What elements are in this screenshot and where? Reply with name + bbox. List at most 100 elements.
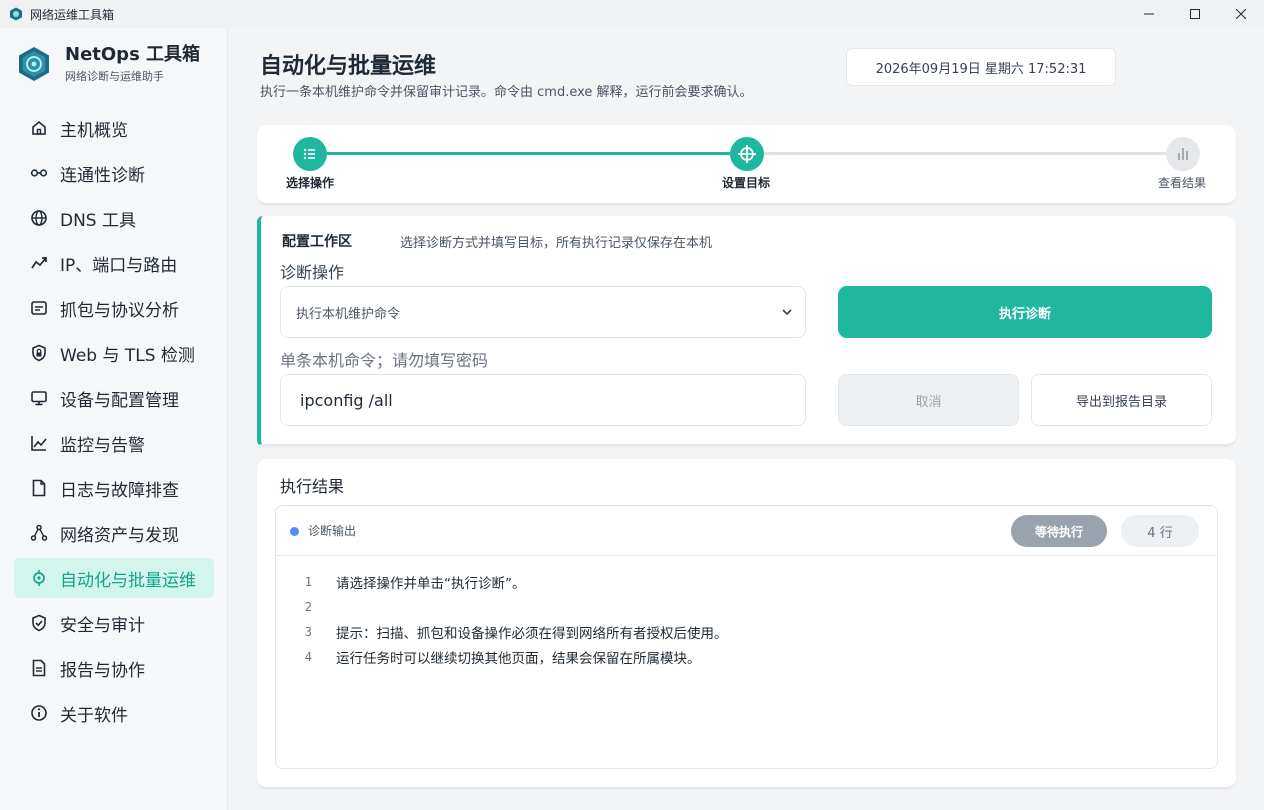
output-lines: 1 请选择操作并单击“执行诊断”。 2 3 提示：扫描、抓包和设备操作必须在得到… <box>276 569 1217 669</box>
page-subtitle: 执行一条本机维护命令并保留审计记录。命令由 cmd.exe 解释，运行前会要求确… <box>260 85 753 100</box>
status-dot <box>290 527 299 536</box>
sidebar-item-label: 安全与审计 <box>60 615 145 636</box>
close-icon <box>1236 9 1246 19</box>
step-label: 选择操作 <box>286 176 335 190</box>
sidebar-item-security-audit[interactable]: 安全与审计 <box>14 603 214 643</box>
packet-icon <box>30 299 48 317</box>
operation-select-value: 执行本机维护命令 <box>296 306 401 322</box>
result-panel: 执行结果 诊断输出 等待执行 4 行 1 请选择操作并单击“执行诊断”。 2 3 <box>257 459 1236 789</box>
sidebar-item-reports[interactable]: 报告与协作 <box>14 648 214 688</box>
sidebar-item-logs[interactable]: 日志与故障排查 <box>14 468 214 508</box>
sidebar-item-ip-port-route[interactable]: IP、端口与路由 <box>14 243 214 283</box>
shield-check-icon <box>30 614 48 632</box>
minimize-icon <box>1144 13 1154 15</box>
trend-icon <box>30 254 48 272</box>
sidebar-item-device-config[interactable]: 设备与配置管理 <box>14 378 214 418</box>
maximize-button[interactable] <box>1172 0 1218 28</box>
line-text: 请选择操作并单击“执行诊断”。 <box>336 575 526 592</box>
status-badge: 等待执行 <box>1011 515 1107 547</box>
step-select-operation[interactable] <box>293 137 327 171</box>
command-label: 单条本机命令；请勿填写密码 <box>280 351 489 370</box>
operation-select[interactable]: 执行本机维护命令 <box>280 286 806 338</box>
minimize-button[interactable] <box>1126 0 1172 28</box>
export-report-button[interactable]: 导出到报告目录 <box>1031 374 1212 426</box>
link-icon <box>30 164 48 182</box>
monitor-icon <box>30 389 48 407</box>
shield-lock-icon <box>30 344 48 362</box>
sidebar-item-packet-capture[interactable]: 抓包与协议分析 <box>14 288 214 328</box>
sidebar-item-label: 自动化与批量运维 <box>60 570 196 591</box>
sidebar-item-about[interactable]: 关于软件 <box>14 693 214 733</box>
sidebar-item-monitoring[interactable]: 监控与告警 <box>14 423 214 463</box>
globe-icon <box>30 209 48 227</box>
stepper-remaining-line <box>747 152 1184 155</box>
sidebar-item-label: 网络资产与发现 <box>60 525 179 546</box>
nodes-icon <box>30 524 48 542</box>
config-panel: 配置工作区 选择诊断方式并填写目标，所有执行记录仅保存在本机 诊断操作 执行本机… <box>257 216 1236 446</box>
step-view-results[interactable] <box>1166 137 1200 171</box>
home-icon <box>30 119 48 137</box>
page-title: 自动化与批量运维 <box>260 54 437 79</box>
output-line: 1 请选择操作并单击“执行诊断”。 <box>276 569 1217 594</box>
stepper-progress-line <box>310 152 747 155</box>
bars-icon <box>1178 148 1188 160</box>
chart-icon <box>30 434 48 452</box>
sidebar-item-label: IP、端口与路由 <box>60 255 178 276</box>
sidebar: NetOps 工具箱 网络诊断与运维助手 主机概览 连通性诊断 DNS 工具 I… <box>0 28 228 810</box>
sidebar-item-host-overview[interactable]: 主机概览 <box>14 108 214 148</box>
cancel-button[interactable]: 取消 <box>838 374 1019 426</box>
run-diagnosis-button[interactable]: 执行诊断 <box>838 286 1212 338</box>
output-box[interactable]: 诊断输出 等待执行 4 行 1 请选择操作并单击“执行诊断”。 2 3 提示：扫… <box>275 505 1218 769</box>
report-icon <box>30 659 48 677</box>
app-icon <box>10 7 22 21</box>
brand-subtitle: 网络诊断与运维助手 <box>65 70 164 83</box>
sidebar-item-web-tls[interactable]: Web 与 TLS 检测 <box>14 333 214 373</box>
close-button[interactable] <box>1218 0 1264 28</box>
sidebar-item-label: 连通性诊断 <box>60 165 145 186</box>
chevron-down-icon <box>782 309 792 316</box>
output-line: 4 运行任务时可以继续切换其他页面，结果会保留在所属模块。 <box>276 644 1217 669</box>
sidebar-item-label: 抓包与协议分析 <box>60 300 179 321</box>
list-icon <box>303 148 315 160</box>
sidebar-item-label: 监控与告警 <box>60 435 145 456</box>
sidebar-item-label: 主机概览 <box>60 120 128 141</box>
crosshair-icon <box>738 145 756 163</box>
main-content: 自动化与批量运维 执行一条本机维护命令并保留审计记录。命令由 cmd.exe 解… <box>229 28 1264 810</box>
sidebar-item-label: 报告与协作 <box>60 660 145 681</box>
line-text: 运行任务时可以继续切换其他页面，结果会保留在所属模块。 <box>336 650 701 667</box>
sidebar-item-label: DNS 工具 <box>60 210 137 231</box>
step-label: 设置目标 <box>722 176 771 190</box>
window-title: 网络运维工具箱 <box>30 7 115 22</box>
step-set-target[interactable] <box>730 137 764 171</box>
step-label: 查看结果 <box>1158 176 1207 190</box>
brand-name: NetOps 工具箱 <box>65 44 201 65</box>
line-text: 提示：扫描、抓包和设备操作必须在得到网络所有者授权后使用。 <box>336 625 728 642</box>
info-icon <box>30 704 48 722</box>
line-number: 3 <box>304 624 312 639</box>
sidebar-item-automation[interactable]: 自动化与批量运维 <box>14 558 214 598</box>
file-icon <box>30 479 48 497</box>
config-title: 配置工作区 <box>282 234 352 250</box>
output-line: 3 提示：扫描、抓包和设备操作必须在得到网络所有者授权后使用。 <box>276 619 1217 644</box>
sidebar-item-connectivity[interactable]: 连通性诊断 <box>14 153 214 193</box>
line-number: 1 <box>304 574 312 589</box>
line-count-badge: 4 行 <box>1121 515 1199 547</box>
sidebar-item-label: Web 与 TLS 检测 <box>60 345 195 366</box>
command-input[interactable] <box>280 374 806 426</box>
sidebar-item-dns[interactable]: DNS 工具 <box>14 198 214 238</box>
target-icon <box>30 569 48 587</box>
output-line: 2 <box>276 594 1217 619</box>
result-title: 执行结果 <box>280 477 345 496</box>
brand: NetOps 工具箱 网络诊断与运维助手 <box>16 44 200 84</box>
brand-logo-icon <box>19 47 49 81</box>
operation-label: 诊断操作 <box>280 263 345 282</box>
stepper: 选择操作 设置目标 查看结果 <box>257 125 1236 205</box>
line-number: 2 <box>304 599 312 614</box>
output-title: 诊断输出 <box>308 524 357 538</box>
datetime-display: 2026年09月19日 星期六 17:52:31 <box>846 48 1116 86</box>
output-header: 诊断输出 等待执行 4 行 <box>276 506 1217 556</box>
line-number: 4 <box>304 649 312 664</box>
sidebar-item-label: 设备与配置管理 <box>60 390 179 411</box>
sidebar-item-label: 关于软件 <box>60 705 128 726</box>
sidebar-item-asset-discovery[interactable]: 网络资产与发现 <box>14 513 214 553</box>
